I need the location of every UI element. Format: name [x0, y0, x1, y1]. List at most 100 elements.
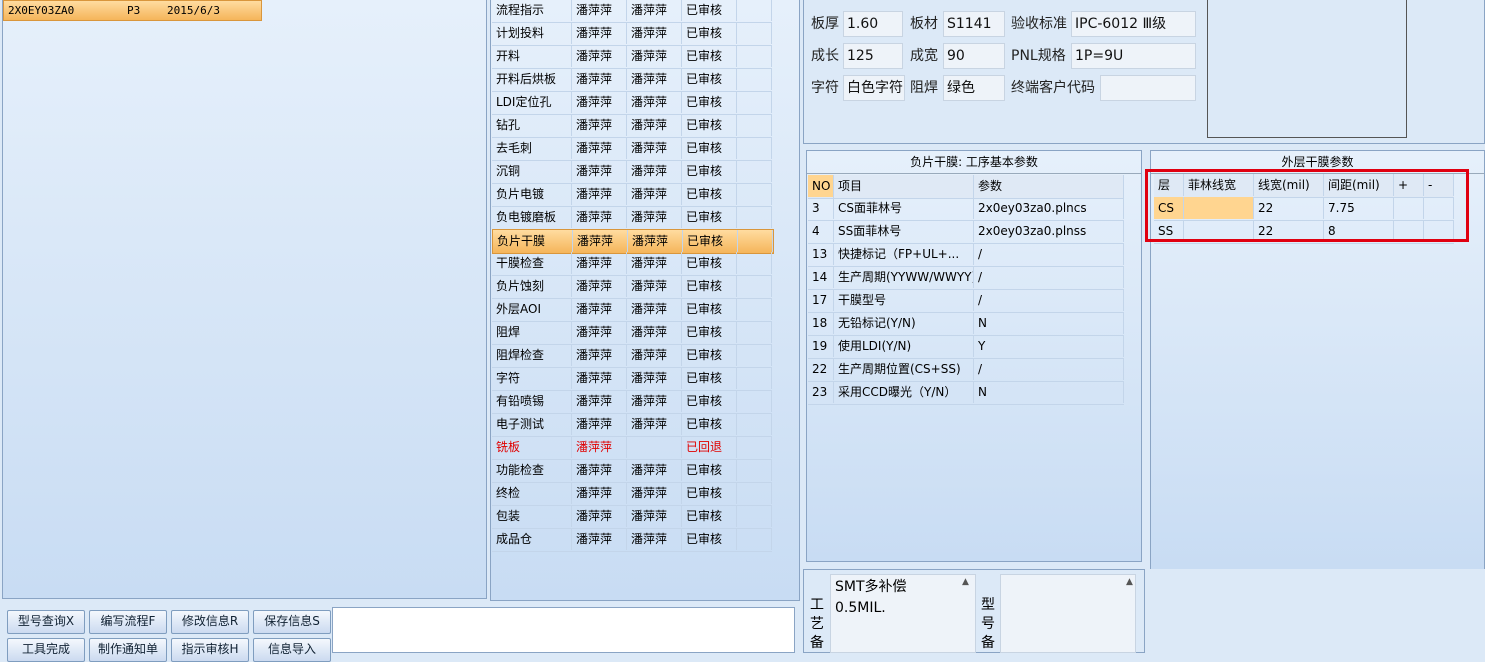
- process-row[interactable]: 计划投料 潘萍萍 潘萍萍 已审核: [492, 22, 772, 46]
- process-name: 计划投料: [492, 22, 572, 44]
- process-operator: 潘萍萍: [572, 91, 627, 113]
- process-name: 干膜检查: [492, 252, 572, 274]
- process-row[interactable]: 开料 潘萍萍 潘萍萍 已审核: [492, 45, 772, 69]
- process-row[interactable]: 成品仓 潘萍萍 潘萍萍 已审核: [492, 528, 772, 552]
- params-row[interactable]: 22 生产周期位置(CS+SS) /: [808, 358, 1124, 382]
- process-row[interactable]: 负片蚀刻 潘萍萍 潘萍萍 已审核: [492, 275, 772, 299]
- process-row[interactable]: 字符 潘萍萍 潘萍萍 已审核: [492, 367, 772, 391]
- tool-done-button[interactable]: 工具完成: [7, 638, 85, 662]
- type-remark-textbox[interactable]: [1000, 574, 1136, 653]
- process-status: 已审核: [682, 137, 737, 159]
- process-row[interactable]: 有铅喷锡 潘萍萍 潘萍萍 已审核: [492, 390, 772, 414]
- process-auditor: 潘萍萍: [627, 367, 682, 389]
- params-col-item: 项目: [834, 175, 974, 197]
- process-row[interactable]: LDI定位孔 潘萍萍 潘萍萍 已审核: [492, 91, 772, 115]
- process-row[interactable]: 包装 潘萍萍 潘萍萍 已审核: [492, 505, 772, 529]
- process-extra: [737, 45, 772, 67]
- remark-line-2: 0.5MIL.: [835, 600, 886, 616]
- scroll-up-icon[interactable]: ▲: [962, 577, 969, 587]
- process-status: 已审核: [682, 0, 737, 21]
- order-list-item[interactable]: 2X0EY03ZA0 P3 2015/6/3: [3, 0, 262, 21]
- process-row[interactable]: 干膜检查 潘萍萍 潘萍萍 已审核: [492, 252, 772, 276]
- param-no: 19: [808, 335, 834, 357]
- query-button[interactable]: 型号查询X: [7, 610, 85, 634]
- process-auditor: 潘萍萍: [627, 68, 682, 90]
- param-item: 无铅标记(Y/N): [834, 312, 974, 334]
- thickness-field[interactable]: 1.60: [843, 11, 903, 37]
- process-auditor: 潘萍萍: [627, 390, 682, 412]
- params-row[interactable]: 17 干膜型号 /: [808, 289, 1124, 313]
- process-row[interactable]: 阻焊检查 潘萍萍 潘萍萍 已审核: [492, 344, 772, 368]
- process-row[interactable]: 钻孔 潘萍萍 潘萍萍 已审核: [492, 114, 772, 138]
- save-button[interactable]: 保存信息S: [253, 610, 331, 634]
- standard-field[interactable]: IPC-6012 Ⅲ级: [1071, 11, 1196, 37]
- process-auditor: 潘萍萍: [627, 206, 682, 228]
- audit-button[interactable]: 指示审核H: [171, 638, 249, 662]
- length-field[interactable]: 125: [843, 43, 903, 69]
- process-extra: [737, 114, 772, 136]
- process-row[interactable]: 沉铜 潘萍萍 潘萍萍 已审核: [492, 160, 772, 184]
- params-row[interactable]: 3 CS面菲林号 2x0ey03za0.plncs: [808, 197, 1124, 221]
- process-extra: [737, 22, 772, 44]
- order-list-panel: [2, 0, 487, 599]
- process-name: 功能检查: [492, 459, 572, 481]
- param-item: 快捷标记（FP+UL+...: [834, 243, 974, 265]
- process-auditor: [627, 436, 682, 458]
- process-operator: 潘萍萍: [572, 505, 627, 527]
- params-row[interactable]: 18 无铅标记(Y/N) N: [808, 312, 1124, 336]
- modify-button[interactable]: 修改信息R: [171, 610, 249, 634]
- param-value: /: [974, 243, 1124, 265]
- params-row[interactable]: 4 SS面菲林号 2x0ey03za0.plnss: [808, 220, 1124, 244]
- param-no: 18: [808, 312, 834, 334]
- process-row[interactable]: 阻焊 潘萍萍 潘萍萍 已审核: [492, 321, 772, 345]
- process-row[interactable]: 功能检查 潘萍萍 潘萍萍 已审核: [492, 459, 772, 483]
- process-row[interactable]: 负片电镀 潘萍萍 潘萍萍 已审核: [492, 183, 772, 207]
- process-name: 电子测试: [492, 413, 572, 435]
- process-auditor: 潘萍萍: [627, 0, 682, 21]
- notice-button[interactable]: 制作通知单: [89, 638, 167, 662]
- process-row[interactable]: 外层AOI 潘萍萍 潘萍萍 已审核: [492, 298, 772, 322]
- mask-label: 阻焊: [910, 80, 938, 96]
- process-row[interactable]: 流程指示 潘萍萍 潘萍萍 已审核: [492, 0, 772, 23]
- legend-field[interactable]: 白色字符: [843, 75, 905, 101]
- params-row[interactable]: 13 快捷标记（FP+UL+... /: [808, 243, 1124, 267]
- process-remark-label: 工艺备: [810, 597, 824, 651]
- params-row[interactable]: 19 使用LDI(Y/N) Y: [808, 335, 1124, 359]
- process-row[interactable]: 负片干膜 潘萍萍 潘萍萍 已审核: [492, 229, 774, 254]
- process-auditor: 潘萍萍: [627, 252, 682, 274]
- width-field[interactable]: 90: [943, 43, 1005, 69]
- process-name: 沉铜: [492, 160, 572, 182]
- process-row[interactable]: 铣板 潘萍萍 已回退: [492, 436, 772, 460]
- import-button[interactable]: 信息导入: [253, 638, 331, 662]
- process-row[interactable]: 负电镀磨板 潘萍萍 潘萍萍 已审核: [492, 206, 772, 230]
- process-status: 已审核: [682, 344, 737, 366]
- customer-field[interactable]: [1100, 75, 1196, 101]
- process-row[interactable]: 电子测试 潘萍萍 潘萍萍 已审核: [492, 413, 772, 437]
- process-operator: 潘萍萍: [572, 459, 627, 481]
- param-no: 14: [808, 266, 834, 288]
- process-operator: 潘萍萍: [572, 436, 627, 458]
- type-scroll-up-icon[interactable]: ▲: [1126, 577, 1133, 587]
- process-row[interactable]: 去毛刺 潘萍萍 潘萍萍 已审核: [492, 137, 772, 161]
- process-operator: 潘萍萍: [572, 321, 627, 343]
- params-row[interactable]: 23 采用CCD曝光（Y/N） N: [808, 381, 1124, 405]
- right-bottom-area: [1150, 569, 1485, 653]
- process-auditor: 潘萍萍: [627, 482, 682, 504]
- process-name: 阻焊检查: [492, 344, 572, 366]
- process-name: LDI定位孔: [492, 91, 572, 113]
- process-status: 已审核: [682, 321, 737, 343]
- params-row[interactable]: 14 生产周期(YYWW/WWYY) /: [808, 266, 1124, 290]
- params-title: 负片干膜: 工序基本参数: [807, 151, 1141, 174]
- process-remark-textbox[interactable]: SMT多补偿 0.5MIL.: [830, 574, 976, 653]
- material-field[interactable]: S1141: [943, 11, 1005, 37]
- mask-field[interactable]: 绿色: [943, 75, 1005, 101]
- order-date: 2015/6/3: [167, 4, 220, 17]
- pnl-field[interactable]: 1P=9U: [1071, 43, 1196, 69]
- process-row[interactable]: 开料后烘板 潘萍萍 潘萍萍 已审核: [492, 68, 772, 92]
- process-extra: [737, 482, 772, 504]
- process-row[interactable]: 终检 潘萍萍 潘萍萍 已审核: [492, 482, 772, 506]
- notes-textbox[interactable]: [332, 607, 795, 653]
- board-image-box: [1207, 0, 1407, 138]
- process-auditor: 潘萍萍: [627, 160, 682, 182]
- flow-button[interactable]: 编写流程F: [89, 610, 167, 634]
